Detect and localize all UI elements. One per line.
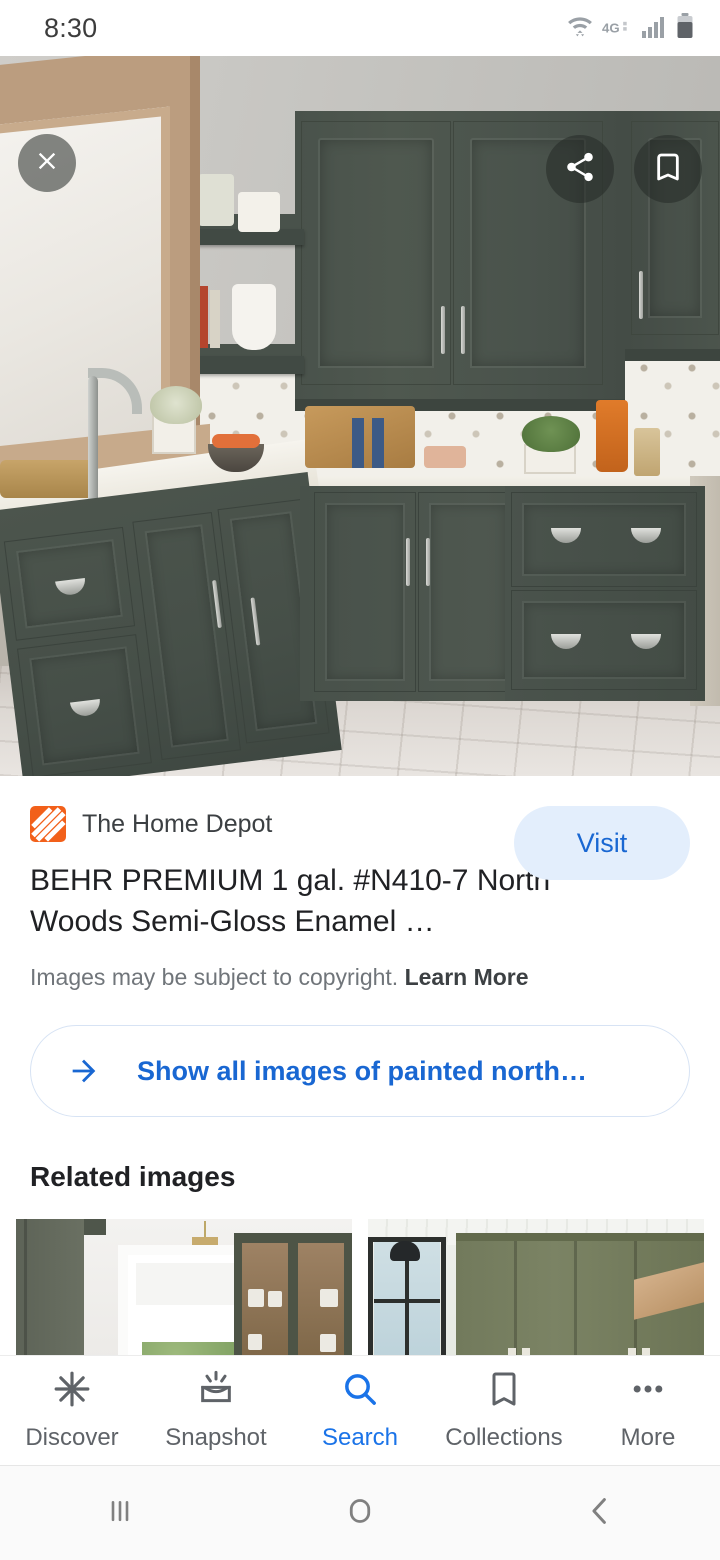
svg-text:4G: 4G	[602, 20, 620, 35]
search-icon	[340, 1369, 380, 1414]
nav-label-search: Search	[321, 1424, 399, 1451]
status-time: 8:30	[44, 12, 98, 43]
close-button[interactable]	[18, 134, 76, 192]
home-button[interactable]	[240, 1490, 480, 1537]
arrow-right-icon	[31, 1054, 137, 1088]
system-navigation-bar	[0, 1465, 720, 1560]
learn-more-link[interactable]: Learn More	[405, 964, 529, 990]
hero-image[interactable]	[0, 56, 720, 776]
nav-label-snapshot: Snapshot	[165, 1424, 267, 1451]
nav-label-more: More	[620, 1424, 676, 1451]
share-icon	[563, 150, 597, 189]
battery-icon	[676, 12, 694, 44]
4g-icon: 4G	[602, 17, 632, 44]
recents-button[interactable]	[0, 1490, 240, 1537]
copyright-notice: Images may be subject to copyright. Lear…	[30, 964, 690, 991]
nav-item-search[interactable]: Search	[288, 1369, 432, 1452]
nav-item-collections[interactable]: Collections	[432, 1369, 576, 1452]
asterisk-icon	[52, 1369, 92, 1414]
visit-button[interactable]: Visit	[514, 806, 690, 880]
recents-icon	[99, 1490, 141, 1537]
result-card: The Home Depot Visit BEHR PREMIUM 1 gal.…	[0, 776, 720, 992]
home-icon	[339, 1490, 381, 1537]
show-all-images-label: Show all images of painted north…	[137, 1055, 588, 1086]
related-images-grid	[0, 1219, 720, 1365]
share-button[interactable]	[546, 135, 614, 203]
related-image-2[interactable]	[368, 1219, 704, 1365]
home-depot-logo	[30, 806, 66, 842]
status-icons: 4G	[567, 12, 694, 44]
back-icon	[579, 1490, 621, 1537]
nav-item-more[interactable]: More	[576, 1369, 720, 1452]
phone-screen: 8:30 4G The Home Depot Visit BEHR PREMIU…	[0, 0, 720, 1560]
status-bar: 8:30 4G	[0, 0, 720, 56]
more-dots-icon	[628, 1369, 668, 1414]
close-icon	[33, 147, 61, 180]
wifi-icon	[567, 13, 593, 44]
snapshot-icon	[196, 1369, 236, 1414]
bottom-navigation: Discover Snapshot Search Collections Mor…	[0, 1355, 720, 1465]
bookmark-icon	[484, 1369, 524, 1414]
source-name: The Home Depot	[82, 809, 273, 838]
bookmark-icon	[652, 151, 684, 188]
nav-label-collections: Collections	[445, 1424, 563, 1451]
result-title[interactable]: BEHR PREMIUM 1 gal. #N410-7 North Woods …	[30, 860, 590, 942]
save-bookmark-button[interactable]	[634, 135, 702, 203]
show-all-images-button[interactable]: Show all images of painted north…	[30, 1025, 690, 1118]
signal-icon	[641, 15, 667, 44]
related-images-heading: Related images	[30, 1161, 236, 1193]
related-image-1[interactable]	[16, 1219, 352, 1365]
back-button[interactable]	[480, 1490, 720, 1537]
nav-item-snapshot[interactable]: Snapshot	[144, 1369, 288, 1452]
copyright-text: Images may be subject to copyright.	[30, 964, 399, 991]
nav-label-discover: Discover	[25, 1424, 119, 1451]
nav-item-discover[interactable]: Discover	[0, 1369, 144, 1452]
